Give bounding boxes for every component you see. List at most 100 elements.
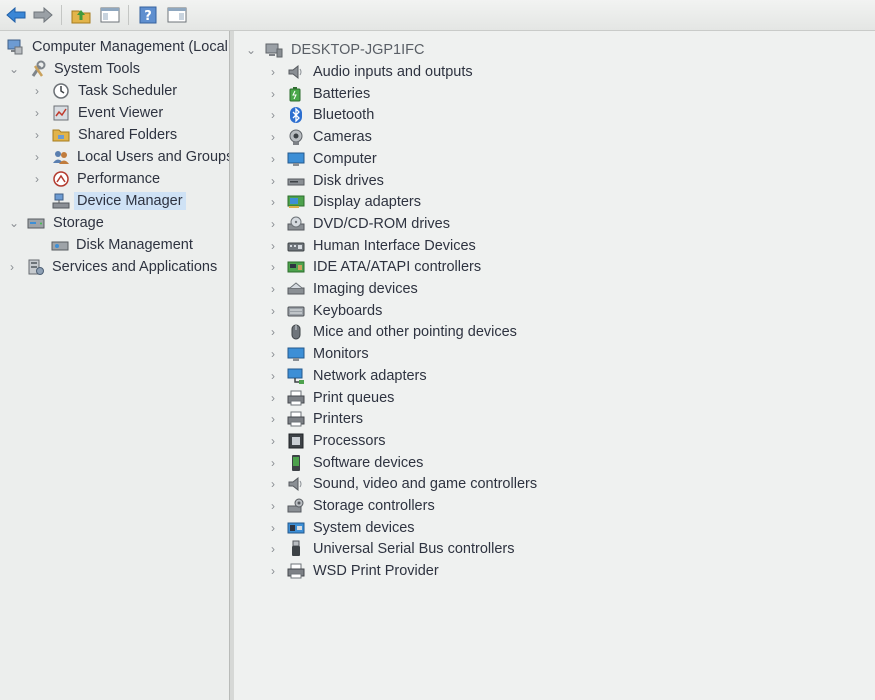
display-adapter-icon <box>287 193 305 211</box>
help-button[interactable]: ? <box>137 4 159 26</box>
chevron-right-icon[interactable]: › <box>267 214 279 234</box>
device-category-cameras[interactable]: › Cameras <box>234 127 875 147</box>
monitor-icon <box>287 150 305 168</box>
chevron-right-icon[interactable]: › <box>267 62 279 82</box>
back-button[interactable] <box>5 4 27 26</box>
show-hide-console-tree-button[interactable] <box>99 4 121 26</box>
device-category-printers[interactable]: › Printers <box>234 409 875 429</box>
chevron-right-icon[interactable]: › <box>267 279 279 299</box>
tree-item-label: Task Scheduler <box>78 83 178 99</box>
disk-management-icon <box>51 236 69 254</box>
chevron-right-icon[interactable]: › <box>267 561 279 581</box>
chevron-right-icon[interactable]: › <box>267 474 279 494</box>
chevron-right-icon[interactable]: › <box>31 81 43 101</box>
chevron-down-icon[interactable]: ⌄ <box>8 213 20 233</box>
storage-controller-icon <box>287 497 305 515</box>
device-category-label: DVD/CD-ROM drives <box>313 215 450 232</box>
device-category-system-devices[interactable]: › System devices <box>234 518 875 538</box>
device-category-wsd-print-provider[interactable]: › WSD Print Provider <box>234 561 875 581</box>
device-category-ide-ata-atapi-controllers[interactable]: › IDE ATA/ATAPI controllers <box>234 257 875 277</box>
device-category-computer[interactable]: › Computer <box>234 149 875 169</box>
chevron-right-icon[interactable]: › <box>267 366 279 386</box>
device-category-label: Audio inputs and outputs <box>313 64 473 80</box>
tree-item-task-scheduler[interactable]: › Task Scheduler <box>0 81 229 101</box>
device-category-mice-and-other-pointing-devices[interactable]: › Mice and other pointing devices <box>234 322 875 342</box>
device-category-label: Processors <box>313 432 386 449</box>
chevron-right-icon[interactable]: › <box>267 301 279 321</box>
tree-item-device-manager[interactable]: Device Manager <box>0 191 229 211</box>
device-category-label: Printers <box>313 411 363 428</box>
forward-button[interactable] <box>32 4 54 26</box>
chevron-right-icon[interactable]: › <box>267 84 279 104</box>
tree-item-computer-management[interactable]: Computer Management (Local <box>0 37 229 57</box>
chevron-right-icon[interactable]: › <box>267 518 279 538</box>
tree-item-label: System Tools <box>54 61 140 77</box>
tree-item-system-tools[interactable]: ⌄ System Tools <box>0 59 229 79</box>
device-category-disk-drives[interactable]: › Disk drives <box>234 171 875 191</box>
device-category-human-interface-devices[interactable]: › Human Interface Devices <box>234 236 875 256</box>
chevron-right-icon[interactable]: › <box>267 344 279 364</box>
chevron-right-icon[interactable]: › <box>267 539 279 559</box>
chevron-right-icon[interactable]: › <box>31 169 43 189</box>
device-category-sound-video-and-game-controllers[interactable]: › Sound, video and game controllers <box>234 474 875 494</box>
tree-item-shared-folders[interactable]: › Shared Folders <box>0 125 229 145</box>
device-category-universal-serial-bus-controllers[interactable]: › Universal Serial Bus controllers <box>234 539 875 559</box>
tree-item-services-applications[interactable]: › Services and Applications <box>0 257 229 277</box>
device-category-print-queues[interactable]: › Print queues <box>234 388 875 408</box>
device-category-audio-inputs-and-outputs[interactable]: › Audio inputs and outputs <box>234 62 875 82</box>
chevron-right-icon[interactable]: › <box>31 103 43 123</box>
chevron-right-icon[interactable]: › <box>31 147 43 167</box>
up-one-level-button[interactable] <box>70 4 92 26</box>
chevron-down-icon[interactable]: ⌄ <box>8 59 20 79</box>
chevron-right-icon[interactable]: › <box>267 127 279 147</box>
chevron-right-icon[interactable]: › <box>267 192 279 212</box>
device-category-label: Network adapters <box>313 367 427 384</box>
device-category-monitors[interactable]: › Monitors <box>234 344 875 364</box>
scanner-icon <box>287 280 305 298</box>
monitor-icon <box>287 345 305 363</box>
chevron-right-icon[interactable]: › <box>267 105 279 125</box>
device-category-label: Disk drives <box>313 172 384 189</box>
device-category-label: WSD Print Provider <box>313 563 439 580</box>
device-category-keyboards[interactable]: › Keyboards <box>234 301 875 321</box>
system-devices-icon <box>287 519 305 537</box>
chevron-right-icon[interactable]: › <box>267 388 279 408</box>
tree-item-label: Event Viewer <box>78 105 164 121</box>
chevron-right-icon[interactable]: › <box>267 236 279 256</box>
device-category-software-devices[interactable]: › Software devices <box>234 453 875 473</box>
show-hide-action-pane-button[interactable] <box>166 4 188 26</box>
chevron-down-icon[interactable]: ⌄ <box>245 40 257 60</box>
device-category-display-adapters[interactable]: › Display adapters <box>234 192 875 212</box>
device-category-batteries[interactable]: › Batteries <box>234 84 875 104</box>
chevron-right-icon[interactable]: › <box>267 431 279 451</box>
tree-item-local-users-groups[interactable]: › Local Users and Groups <box>0 147 229 167</box>
chevron-right-icon[interactable]: › <box>267 149 279 169</box>
tree-item-event-viewer[interactable]: › Event Viewer <box>0 103 229 123</box>
users-icon <box>52 148 70 166</box>
chevron-right-icon[interactable]: › <box>267 409 279 429</box>
clock-icon <box>52 82 70 100</box>
device-category-label: Computer <box>313 150 377 167</box>
device-tree-root[interactable]: ⌄ DESKTOP-JGP1IFC <box>234 40 875 60</box>
chevron-right-icon[interactable]: › <box>267 171 279 191</box>
chevron-right-icon[interactable]: › <box>31 125 43 145</box>
tree-item-label: Disk Management <box>76 237 193 253</box>
device-category-label: Cameras <box>313 129 372 146</box>
tree-item-storage[interactable]: ⌄ Storage <box>0 213 229 233</box>
device-category-bluetooth[interactable]: › Bluetooth <box>234 105 875 125</box>
chevron-right-icon[interactable]: › <box>267 257 279 277</box>
device-category-label: Monitors <box>313 346 369 363</box>
chevron-right-icon[interactable]: › <box>267 322 279 342</box>
device-category-dvd-cd-rom-drives[interactable]: › DVD/CD-ROM drives <box>234 214 875 234</box>
chevron-right-icon[interactable]: › <box>267 453 279 473</box>
device-category-processors[interactable]: › Processors <box>234 431 875 451</box>
chevron-right-icon[interactable]: › <box>6 257 18 277</box>
tree-item-disk-management[interactable]: Disk Management <box>0 235 229 255</box>
chevron-right-icon[interactable]: › <box>267 496 279 516</box>
usb-icon <box>287 540 305 558</box>
device-category-network-adapters[interactable]: › Network adapters <box>234 366 875 386</box>
device-category-storage-controllers[interactable]: › Storage controllers <box>234 496 875 516</box>
tree-item-performance[interactable]: › Performance <box>0 169 229 189</box>
tree-item-label: Device Manager <box>74 192 186 210</box>
device-category-imaging-devices[interactable]: › Imaging devices <box>234 279 875 299</box>
